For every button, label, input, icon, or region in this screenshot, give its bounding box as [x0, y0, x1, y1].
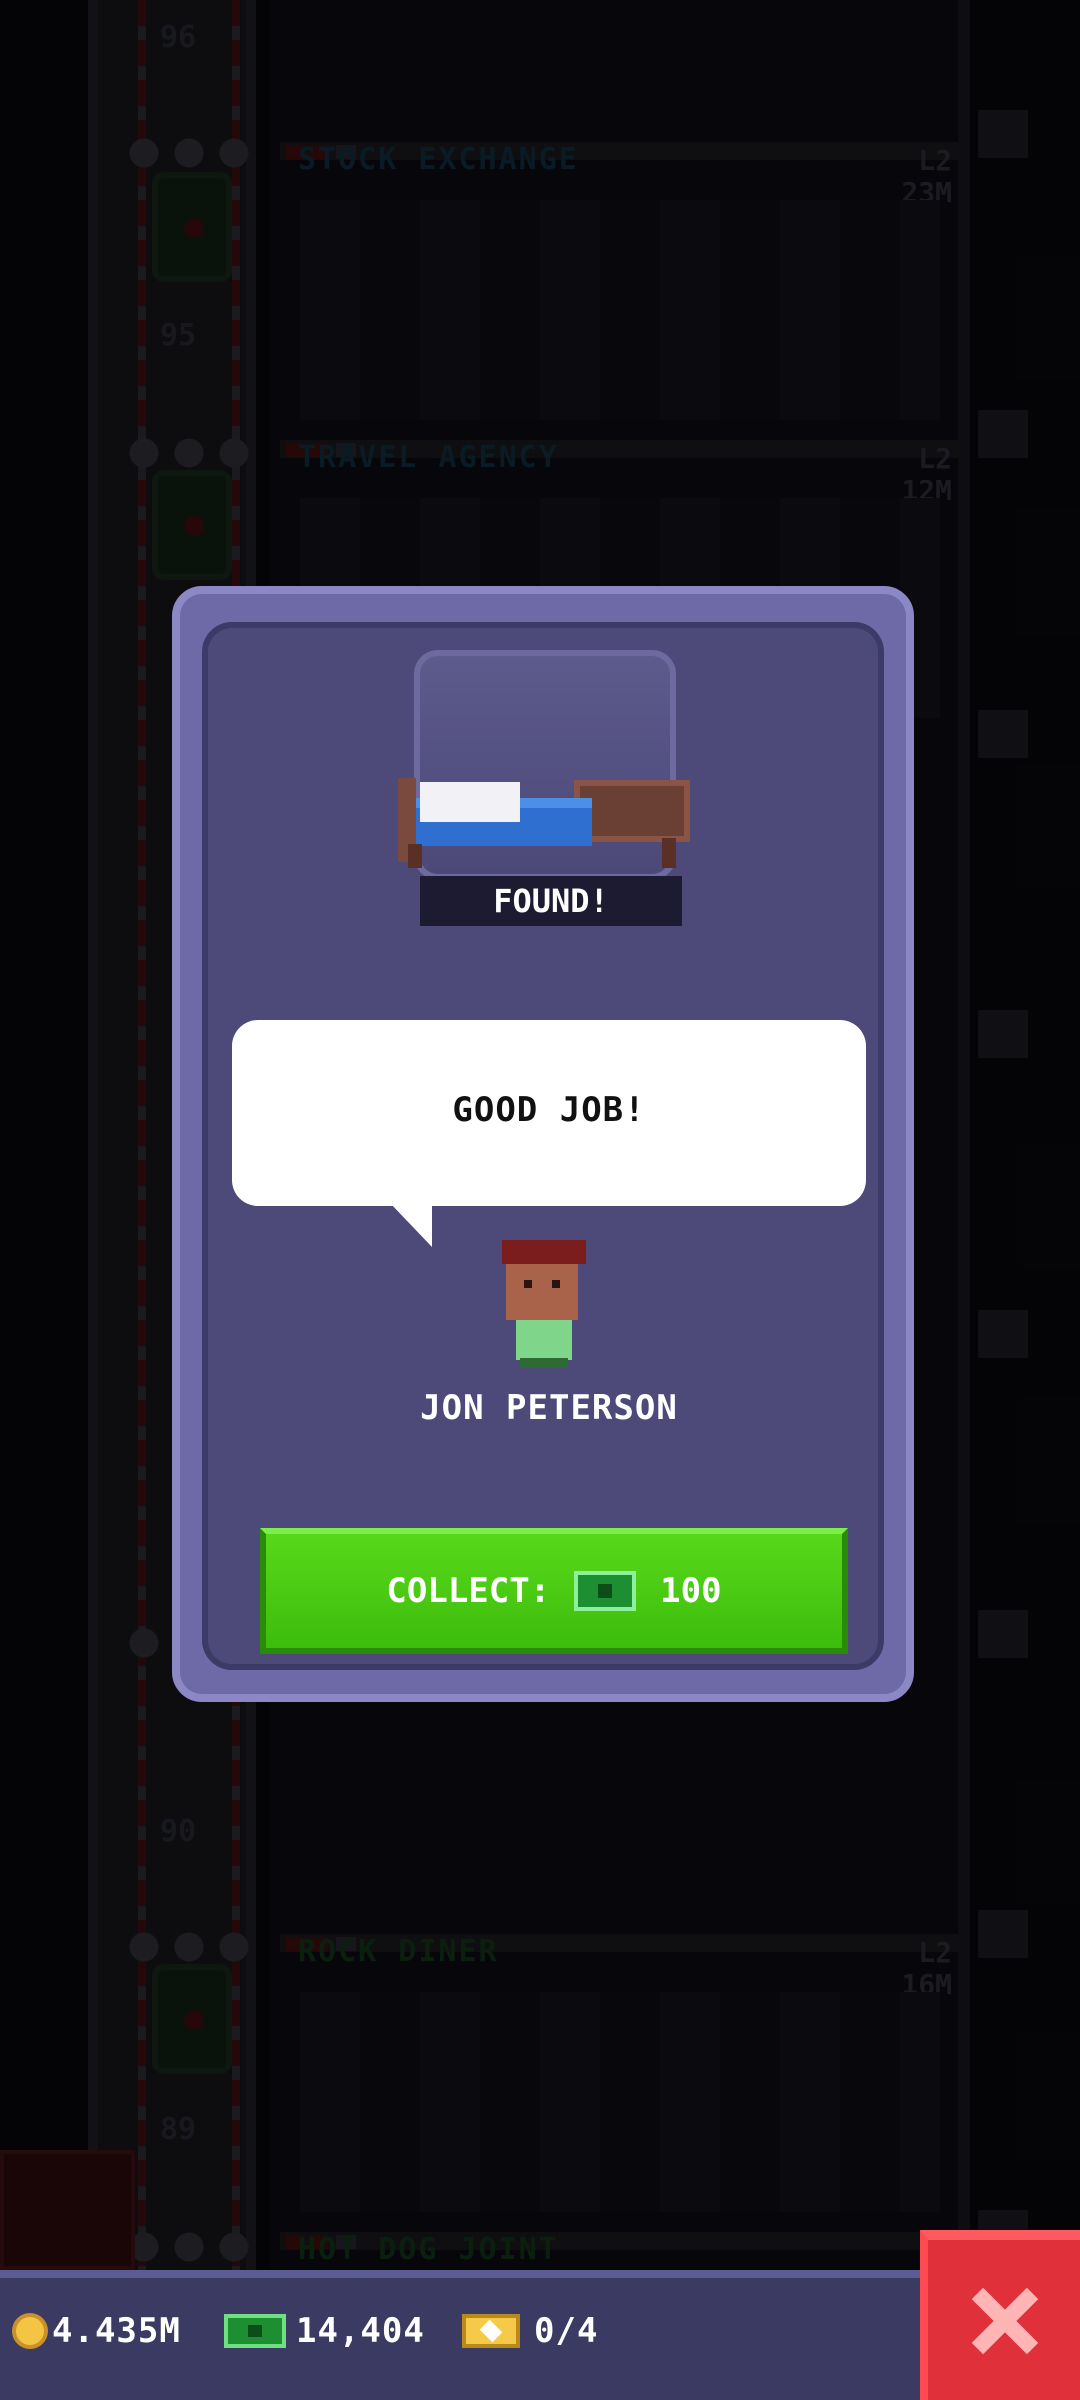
- found-label: FOUND!: [420, 876, 682, 926]
- speech-bubble-tail: [390, 1203, 432, 1247]
- tickets-value: 0/4: [534, 2311, 599, 2351]
- close-icon: [970, 2286, 1040, 2356]
- collect-amount: 100: [660, 1571, 722, 1611]
- bux-value: 14,404: [296, 2311, 425, 2351]
- ticket-icon: [462, 2314, 520, 2348]
- close-button[interactable]: [920, 2230, 1080, 2400]
- found-item-dialog: FOUND! GOOD JOB! JON PETERSON COLLECT: 1…: [172, 586, 914, 1702]
- character-avatar: [496, 1240, 592, 1370]
- status-bar: 4.435M 14,404 0/4: [0, 2270, 1080, 2400]
- bux-icon: [574, 1571, 637, 1611]
- dialog-panel: FOUND! GOOD JOB! JON PETERSON COLLECT: 1…: [202, 622, 884, 1670]
- character-name: JON PETERSON: [420, 1388, 678, 1428]
- collect-label: COLLECT:: [386, 1571, 551, 1611]
- collect-button[interactable]: COLLECT: 100: [260, 1528, 848, 1654]
- speech-text: GOOD JOB!: [452, 1090, 646, 1130]
- coins-value: 4.435M: [52, 2311, 181, 2351]
- bux-stat: 14,404: [224, 2306, 425, 2356]
- speech-bubble: GOOD JOB!: [232, 1020, 866, 1206]
- bux-icon: [224, 2314, 286, 2348]
- coins-stat: 4.435M: [12, 2306, 181, 2356]
- tickets-stat: 0/4: [462, 2306, 598, 2356]
- coin-icon: [12, 2313, 48, 2349]
- bed-icon: [398, 768, 690, 868]
